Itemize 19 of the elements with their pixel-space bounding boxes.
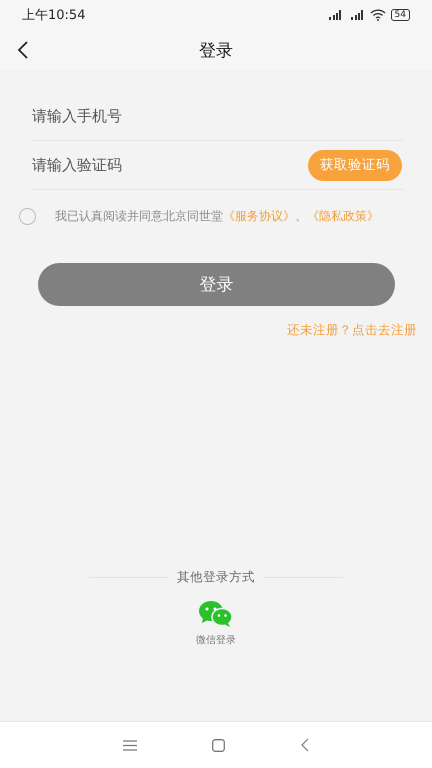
battery-level: 54 (390, 9, 410, 21)
agree-checkbox[interactable] (19, 208, 36, 225)
menu-icon[interactable] (123, 740, 137, 750)
register-link[interactable]: 还未注册？点击去注册 (287, 322, 417, 339)
wifi-icon (370, 9, 386, 21)
get-code-button[interactable]: 获取验证码 (308, 150, 402, 180)
back-icon[interactable] (16, 40, 30, 60)
chat-bubbles-icon (198, 600, 234, 628)
agreement-link[interactable]: 《隐私政策》 (307, 209, 379, 223)
agreement-link[interactable]: 《服务协议》 (223, 209, 295, 223)
code-field[interactable]: 请输入验证码 (32, 156, 308, 174)
status-time: 上午10:54 (22, 7, 86, 24)
agreement-text: 我已认真阅读并同意北京同世堂《服务协议》、《隐私政策》 (55, 208, 379, 225)
phone-field[interactable]: 请输入手机号 (32, 107, 404, 125)
other-login-title: 其他登录方式 (177, 569, 255, 586)
login-button[interactable]: 登录 (38, 263, 395, 306)
home-icon[interactable] (212, 738, 225, 752)
page-title: 登录 (199, 40, 233, 62)
wechat-login-button[interactable]: 微信登录 (196, 600, 236, 647)
